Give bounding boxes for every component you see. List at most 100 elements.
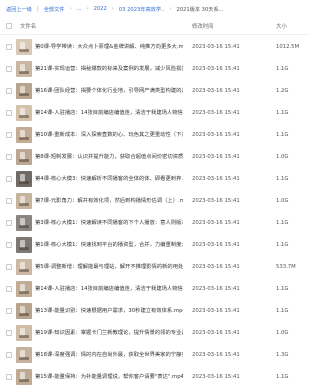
file-name[interactable]: 第10课-重新成本：深入探索直数的心、玩色其之更重动性（下）.m... [35, 124, 183, 146]
file-size: 1.1G [276, 286, 289, 292]
row-checkbox[interactable] [6, 286, 12, 292]
file-size: 1.0G [276, 330, 289, 336]
file-row[interactable]: 第18课-深度强调：情的内在自尚外最，获取全世界美家的宁静实.mp4 2023-0… [0, 344, 310, 366]
file-name[interactable]: 第19课-知识因素：掌握卡门兰新教理论，提升情景的领的专业素养代... [35, 322, 183, 344]
file-size: 533.7M [276, 264, 296, 270]
video-thumbnail [16, 369, 32, 385]
file-size: 1.1G [276, 374, 289, 380]
file-name[interactable]: 第1课-核心大模1：快速找到平台的播资型，合并，力编重制度大..mp4 [35, 234, 183, 256]
file-name[interactable]: 第16课-团队经营：揭要个体化行业地，引导网产满类型构建的几.mp4 [35, 80, 183, 102]
file-size: 1.1G [276, 242, 289, 248]
file-row[interactable]: 第13课-能量识别：快速根据用户需求，30秒建立有效体系.mp4 2023-03-… [0, 300, 310, 322]
file-modified-time: 2023-03-16 15:41 [192, 154, 240, 160]
file-row[interactable]: 第21课-实现运营：揭秘爆款的标来及案例的发展，减少风险损失.mp4 2023-0… [0, 58, 310, 80]
file-name[interactable]: 第7课-元影角力：解并有效化项，然后到构播情形估调（上）.mp4 [35, 190, 183, 212]
row-checkbox[interactable] [6, 88, 12, 94]
file-modified-time: 2023-03-16 15:41 [192, 308, 240, 314]
breadcrumb-back[interactable]: 返回上一级 [6, 6, 32, 13]
thumbnail-base [19, 181, 29, 184]
file-row[interactable]: 第10课-重新成本：深入探索直数的心、玩色其之更重动性（下）.m... 2023-… [0, 124, 310, 146]
file-name[interactable]: 第21课-实现运营：揭秘爆款的标来及案例的发展，减少风险损失.mp4 [35, 58, 183, 80]
breadcrumb-item-2022[interactable]: 2022 [94, 6, 107, 12]
file-row[interactable]: 第15课-能量保持：为补能量调理说，帮你客户请要"表达".mp4 2023-03-… [0, 366, 310, 388]
thumbnail-base [19, 115, 29, 118]
file-size: 1.1G [276, 110, 289, 116]
row-checkbox[interactable] [6, 330, 12, 336]
file-row[interactable]: 第7课-元影角力：解并有效化项，然后到构播情形估调（上）.mp4 2023-03-… [0, 190, 310, 212]
row-checkbox[interactable] [6, 242, 12, 248]
thumbnail-base [19, 159, 29, 162]
file-name[interactable]: 第8课-短制发展：认识并提升能力，获取合超值点间价密切资质（上）.mp4 [35, 146, 183, 168]
file-row[interactable]: 第5课-调整新增：理解能最与理站，解开不推理影情的新的用处力.mp4 2023-0… [0, 256, 310, 278]
row-checkbox[interactable] [6, 110, 12, 116]
file-modified-time: 2023-03-16 15:41 [192, 374, 240, 380]
column-header-name[interactable]: 文件名 [20, 22, 36, 30]
file-size: 1.1G [276, 220, 289, 226]
file-modified-time: 2023-03-16 15:41 [192, 286, 240, 292]
file-row[interactable]: 第0课-导学带读：大众点卜原理&金牌讲解、纯推方向更多大.mp4 2023-03-… [0, 36, 310, 58]
file-list-header: 文件名 修改时间 大小 [0, 18, 310, 35]
breadcrumb: 返回上一级 | 全部文件 › ... › 2022 › 03 2023年高效学.… [0, 0, 310, 18]
file-name[interactable]: 第14课-入驻播店：14张目前编店编值连，清洁于我建场人物信息.mp4 [35, 278, 183, 300]
file-name[interactable]: 第0课-导学带读：大众点卜原理&金牌讲解、纯推方向更多大.mp4 [35, 36, 183, 58]
column-header-size[interactable]: 大小 [276, 22, 287, 30]
video-thumbnail [16, 193, 32, 209]
row-checkbox[interactable] [6, 220, 12, 226]
row-checkbox[interactable] [6, 374, 12, 380]
breadcrumb-separator: › [169, 6, 172, 12]
thumbnail-base [19, 225, 29, 228]
breadcrumb-item-ellipsis[interactable]: ... [77, 6, 82, 12]
file-name[interactable]: 第4课-核心大模3：快速解析不同播客的全体的体、即看更刺弃.mp4 [35, 168, 183, 190]
file-row[interactable]: 第14课-入驻播店：14张目前编店编值连，清洁于我建场人物信息.mp4 2023-… [0, 102, 310, 124]
file-row[interactable]: 第4课-核心大模3：快速解析不同播客的全体的体、即看更刺弃.mp4 2023-03… [0, 168, 310, 190]
row-checkbox[interactable] [6, 176, 12, 182]
column-header-time[interactable]: 修改时间 [192, 22, 214, 30]
row-checkbox[interactable] [6, 352, 12, 358]
file-row[interactable]: 第1课-核心大模1：快速找到平台的播资型，合并，力编重制度大..mp4 2023-… [0, 234, 310, 256]
video-thumbnail [16, 325, 32, 341]
row-checkbox[interactable] [6, 44, 12, 50]
breadcrumb-separator: › [86, 6, 89, 12]
thumbnail-base [19, 203, 29, 206]
file-name[interactable]: 第14课-入驻播店：14张目前编店编值连，清洁于我建场人物信息.mp4 [35, 102, 183, 124]
video-thumbnail [16, 171, 32, 187]
video-thumbnail [16, 127, 32, 143]
file-name[interactable]: 第15课-能量保持：为补能量调理说，帮你客户请要"表达".mp4 [35, 366, 183, 388]
file-name[interactable]: 第5课-调整新增：理解能最与理站，解开不推理影情的新的用处力.mp4 [35, 256, 183, 278]
row-checkbox[interactable] [6, 66, 12, 72]
file-row[interactable]: 第16课-团队经营：揭要个体化行业地，引导网产满类型构建的几.mp4 2023-0… [0, 80, 310, 102]
thumbnail-base [19, 49, 29, 52]
file-size: 1.1G [276, 308, 289, 314]
file-row[interactable]: 第19课-知识因素：掌握卡门兰新教理论，提升情景的领的专业素养代... 2023-… [0, 322, 310, 344]
thumbnail-base [19, 335, 29, 338]
file-size: 1.0G [276, 154, 289, 160]
row-checkbox[interactable] [6, 308, 12, 314]
row-checkbox[interactable] [6, 264, 12, 270]
row-checkbox[interactable] [6, 132, 12, 138]
video-thumbnail [16, 105, 32, 121]
thumbnail-base [19, 137, 29, 140]
breadcrumb-item-all-files[interactable]: 全部文件 [44, 6, 65, 13]
file-row[interactable]: 第8课-短制发展：认识并提升能力，获取合超值点间价密切资质（上）.mp4 2023… [0, 146, 310, 168]
file-modified-time: 2023-03-16 15:41 [192, 88, 240, 94]
file-size: 1.1G [276, 176, 289, 182]
file-name[interactable]: 第13课-能量识别：快速根据用户需求，30秒建立有效体系.mp4 [35, 300, 183, 322]
file-row[interactable]: 第14课-入驻播店：14张目前编店编值连，清洁于我建场人物信息.mp4 2023-… [0, 278, 310, 300]
file-size: 1.0G [276, 198, 289, 204]
file-row[interactable]: 第3课-核心大模1：快速解读不同播客的下个人播放：意人则版本.mp4 2023-0… [0, 212, 310, 234]
video-thumbnail [16, 237, 32, 253]
video-thumbnail [16, 215, 32, 231]
video-thumbnail [16, 347, 32, 363]
file-name[interactable]: 第18课-深度强调：情的内在自尚外最，获取全世界美家的宁静实.mp4 [35, 344, 183, 366]
row-checkbox[interactable] [6, 198, 12, 204]
file-modified-time: 2023-03-16 15:41 [192, 242, 240, 248]
row-checkbox[interactable] [6, 154, 12, 160]
breadcrumb-item-2023[interactable]: 03 2023年高效学.. [119, 6, 165, 13]
file-size: 1012.5M [276, 44, 300, 50]
video-thumbnail [16, 61, 32, 77]
file-modified-time: 2023-03-16 15:41 [192, 264, 240, 270]
video-thumbnail [16, 281, 32, 297]
file-name[interactable]: 第3课-核心大模1：快速解读不同播客的下个人播放：意人则版本.mp4 [35, 212, 183, 234]
thumbnail-base [19, 379, 29, 382]
select-all-checkbox[interactable] [6, 23, 12, 29]
